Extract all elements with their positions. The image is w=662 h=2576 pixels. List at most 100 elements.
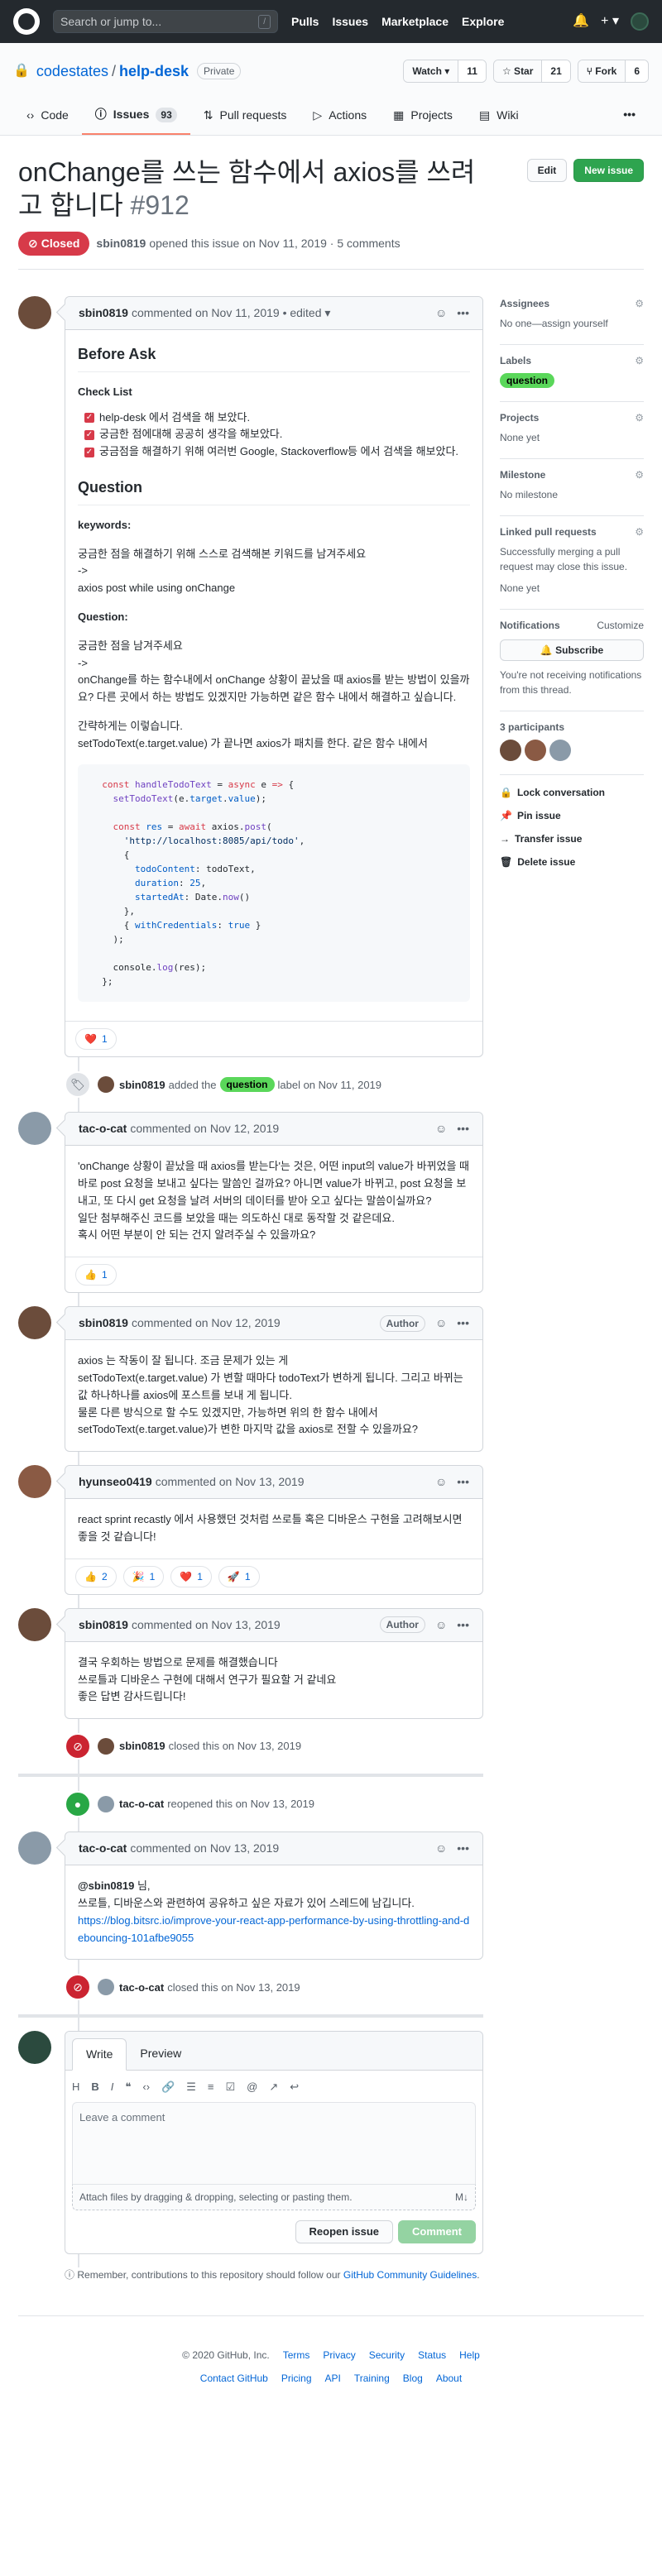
checkbox-checked-icon[interactable]: ✓ [84,412,94,423]
gear-icon[interactable]: ⚙ [635,296,644,311]
star-count[interactable]: 21 [541,60,570,82]
nav-marketplace[interactable]: Marketplace [381,13,449,31]
avatar[interactable] [500,740,521,761]
event-actor[interactable]: tac-o-cat [119,1980,164,1996]
gear-icon[interactable]: ⚙ [635,410,644,425]
labels-heading[interactable]: Labels ⚙ [500,353,644,368]
plus-dropdown-icon[interactable]: + ▾ [601,12,619,31]
nav-explore[interactable]: Explore [462,13,504,31]
pin-issue-button[interactable]: 📌 Pin issue [500,808,644,823]
tab-preview[interactable]: Preview [127,2038,194,2070]
transfer-issue-button[interactable]: → Transfer issue [500,831,644,846]
kebab-icon[interactable]: ••• [457,1616,469,1634]
reaction-heart[interactable]: ❤️ 1 [75,1028,117,1051]
comment-meta[interactable]: commented on Nov 12, 2019 [130,1120,279,1137]
bullet-list-icon[interactable]: ☰ [186,2079,196,2095]
assignees-heading[interactable]: Assignees ⚙ [500,296,644,311]
footer-link-blog[interactable]: Blog [403,2371,423,2386]
footer-link-contact[interactable]: Contact GitHub [200,2371,268,2386]
tab-pull-requests[interactable]: ⇅ Pull requests [190,99,300,135]
lock-conversation-button[interactable]: 🔒 Lock conversation [500,785,644,800]
fork-button[interactable]: ⑂ Fork 6 [577,60,649,83]
comment-textarea[interactable]: Leave a comment [72,2101,476,2185]
avatar[interactable] [549,740,571,761]
avatar[interactable] [18,1306,51,1340]
attach-files-area[interactable]: Attach files by dragging & dropping, sel… [72,2184,476,2210]
nav-pulls[interactable]: Pulls [291,13,319,31]
reply-icon[interactable]: ↩ [290,2079,299,2095]
comment-author[interactable]: tac-o-cat [79,1840,127,1857]
footer-link-privacy[interactable]: Privacy [323,2348,355,2363]
tab-actions[interactable]: ▷ Actions [300,99,380,135]
reaction-pill[interactable]: 🎉 1 [122,1565,165,1587]
avatar[interactable] [18,2031,51,2065]
reference-icon[interactable]: ↗ [269,2079,278,2095]
repo-name-link[interactable]: help-desk [119,60,189,83]
tab-wiki[interactable]: ▤ Wiki [466,99,532,135]
kebab-icon[interactable]: ••• [457,304,469,322]
kebab-icon[interactable]: ••• [457,1473,469,1491]
comment-author[interactable]: sbin0819 [79,304,128,322]
github-logo-icon[interactable] [13,8,40,35]
customize-link[interactable]: Customize [597,618,644,633]
smiley-icon[interactable]: ☺ [435,1473,447,1491]
edit-button[interactable]: Edit [526,159,568,182]
kebab-icon[interactable]: ••• [457,1314,469,1332]
reopen-issue-button[interactable]: Reopen issue [295,2219,394,2243]
assignees-value[interactable]: No one—assign yourself [500,316,644,331]
italic-icon[interactable]: I [111,2079,114,2095]
watch-count[interactable]: 11 [458,60,486,82]
gear-icon[interactable]: ⚙ [635,467,644,482]
checkbox-checked-icon[interactable]: ✓ [84,447,94,457]
checkbox-checked-icon[interactable]: ✓ [84,429,94,440]
avatar[interactable] [18,296,51,329]
comment-author[interactable]: hyunseo0419 [79,1473,152,1491]
footer-link-status[interactable]: Status [418,2348,446,2363]
repo-owner-link[interactable]: codestates [36,60,108,83]
star-label[interactable]: ☆ Star [493,60,542,82]
avatar[interactable] [525,740,546,761]
star-button[interactable]: ☆ Star 21 [492,60,571,83]
quote-icon[interactable]: ❝ [125,2079,131,2095]
avatar[interactable] [98,1738,114,1755]
avatar[interactable] [18,1465,51,1499]
bell-icon[interactable]: 🔔 [573,12,589,31]
reaction-pill[interactable]: 👍 1 [75,1264,117,1286]
user-mention[interactable]: @sbin0819 [78,1879,134,1892]
question-label[interactable]: question [500,373,554,388]
subscribe-button[interactable]: 🔔 Subscribe [500,639,644,661]
user-avatar[interactable] [631,12,649,31]
comment-author[interactable]: tac-o-cat [79,1120,127,1137]
comment-meta[interactable]: commented on Nov 11, 2019 • edited ▾ [132,304,330,322]
new-issue-button[interactable]: New issue [573,159,644,182]
smiley-icon[interactable]: ☺ [435,1840,447,1857]
tab-code[interactable]: ‹› Code [13,99,82,135]
tab-projects[interactable]: ▦ Projects [380,99,466,135]
markdown-icon[interactable]: M↓ [455,2190,468,2205]
heading-icon[interactable]: H [72,2079,79,2095]
avatar[interactable] [98,1076,114,1094]
comment-author[interactable]: sbin0819 [79,1314,128,1332]
mention-icon[interactable]: @ [247,2079,257,2095]
avatar[interactable] [18,1831,51,1865]
avatar[interactable] [18,1112,51,1146]
tab-write[interactable]: Write [72,2038,127,2071]
nav-issues[interactable]: Issues [332,13,368,31]
fork-count[interactable]: 6 [625,60,648,82]
comment-meta[interactable]: commented on Nov 12, 2019 [132,1314,281,1332]
task-list-icon[interactable]: ☑ [226,2079,236,2095]
link-icon[interactable]: 🔗 [161,2079,175,2095]
gear-icon[interactable]: ⚙ [635,353,644,368]
tab-issues[interactable]: ⓘ Issues 93 [81,99,190,135]
bold-icon[interactable]: B [91,2079,98,2095]
community-guidelines-link[interactable]: GitHub Community Guidelines [343,2269,477,2281]
footer-link-about[interactable]: About [436,2371,462,2386]
article-link[interactable]: https://blog.bitsrc.io/improve-your-reac… [78,1914,469,1944]
search-input[interactable]: Search or jump to... / [53,10,278,33]
comment-meta[interactable]: commented on Nov 13, 2019 [156,1473,305,1491]
kebab-icon[interactable]: ••• [457,1840,469,1857]
issue-author[interactable]: sbin0819 [96,235,146,252]
footer-link-help[interactable]: Help [459,2348,480,2363]
smiley-icon[interactable]: ☺ [435,304,447,322]
milestone-heading[interactable]: Milestone ⚙ [500,467,644,482]
